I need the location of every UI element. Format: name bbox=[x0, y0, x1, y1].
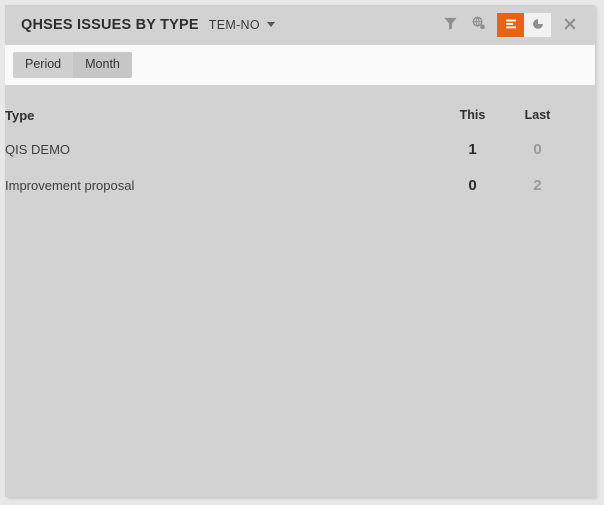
cell-type: QIS DEMO bbox=[5, 141, 71, 157]
tab-strip: Period Month bbox=[5, 45, 595, 85]
cell-spacer bbox=[570, 167, 595, 203]
widget-content: Type This Last QIS DEMO 1 0 Improvement … bbox=[5, 85, 595, 497]
pie-chart-icon bbox=[531, 17, 545, 34]
cell-this: 1 bbox=[468, 140, 477, 158]
column-header-spacer bbox=[570, 99, 595, 131]
table-row[interactable]: QIS DEMO 1 0 bbox=[5, 131, 595, 167]
filter-funnel-icon bbox=[443, 16, 458, 34]
cell-type: Improvement proposal bbox=[5, 177, 135, 193]
globe-icon bbox=[471, 16, 486, 34]
cell-this: 0 bbox=[468, 176, 477, 194]
title-group: QHSES ISSUES BY TYPE TEM-NO bbox=[5, 17, 437, 33]
widget-header: QHSES ISSUES BY TYPE TEM-NO bbox=[5, 5, 595, 45]
close-icon bbox=[563, 17, 577, 34]
cell-spacer bbox=[570, 131, 595, 167]
chevron-down-icon bbox=[266, 21, 275, 27]
view-toggle-group bbox=[497, 13, 551, 37]
tab-period[interactable]: Period bbox=[13, 52, 74, 78]
globe-button[interactable] bbox=[465, 12, 491, 38]
period-tab-group: Period Month bbox=[13, 52, 132, 78]
cell-last: 0 bbox=[533, 140, 542, 158]
tab-month[interactable]: Month bbox=[73, 52, 132, 78]
header-toolbar bbox=[437, 12, 595, 38]
issues-by-type-table: Type This Last QIS DEMO 1 0 Improvement … bbox=[5, 99, 595, 203]
filter-button[interactable] bbox=[437, 12, 463, 38]
table-row[interactable]: Improvement proposal 0 2 bbox=[5, 167, 595, 203]
column-header-last[interactable]: Last bbox=[505, 99, 570, 131]
cell-last: 2 bbox=[533, 176, 542, 194]
pie-view-button[interactable] bbox=[524, 13, 551, 37]
table-header-row: Type This Last bbox=[5, 99, 595, 131]
column-header-this[interactable]: This bbox=[440, 99, 505, 131]
qhses-issues-widget: QHSES ISSUES BY TYPE TEM-NO Period Month… bbox=[5, 5, 595, 497]
bar-list-icon bbox=[504, 17, 518, 34]
bars-view-button[interactable] bbox=[497, 13, 524, 37]
entity-dropdown-label: TEM-NO bbox=[208, 18, 260, 32]
column-header-type[interactable]: Type bbox=[5, 99, 440, 131]
page-title: QHSES ISSUES BY TYPE bbox=[21, 17, 199, 33]
close-button[interactable] bbox=[557, 12, 583, 38]
entity-dropdown[interactable]: TEM-NO bbox=[209, 18, 275, 32]
